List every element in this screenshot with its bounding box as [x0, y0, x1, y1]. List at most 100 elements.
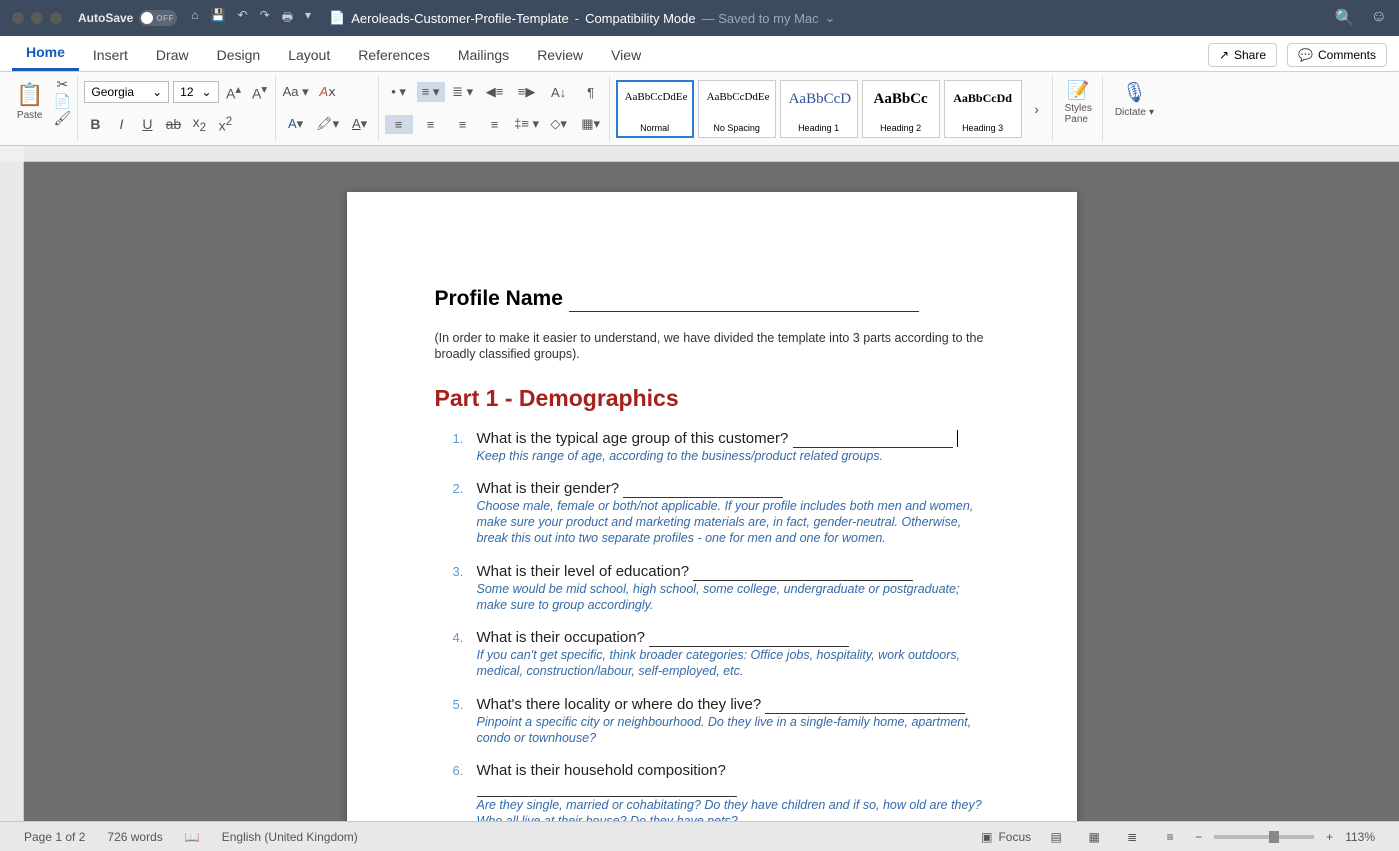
statusbar: Page 1 of 2 726 words 📖 English (United …: [0, 821, 1399, 851]
outline-view-icon[interactable]: ≣: [1119, 827, 1145, 847]
document-area[interactable]: Profile Name (In order to make it easier…: [24, 162, 1399, 822]
autosave-toggle[interactable]: AutoSave OFF: [78, 10, 177, 26]
undo-icon[interactable]: ↶: [238, 8, 248, 29]
multilevel-icon[interactable]: ≣ ▾: [449, 82, 477, 102]
customize-qat-icon[interactable]: ▾: [305, 8, 311, 29]
zoom-out-icon[interactable]: −: [1195, 830, 1202, 844]
tab-insert[interactable]: Insert: [79, 39, 142, 71]
paste-button[interactable]: 📋 Paste: [10, 76, 49, 127]
justify-icon[interactable]: ≡: [481, 115, 509, 134]
chevron-down-icon: ⌄: [202, 85, 212, 99]
change-case-icon[interactable]: Aa ▾: [282, 82, 310, 102]
decrease-indent-icon[interactable]: ◀≡: [481, 82, 509, 102]
copy-icon[interactable]: 📄: [51, 93, 73, 110]
highlight-icon[interactable]: 🖍▾: [314, 114, 342, 134]
comments-button[interactable]: 💬 Comments: [1287, 43, 1387, 67]
profile-label: Profile Name: [435, 287, 563, 310]
bold-icon[interactable]: B: [84, 116, 106, 132]
close-window-btn[interactable]: [12, 12, 24, 24]
style-heading-1[interactable]: AaBbCcD Heading 1: [780, 80, 858, 138]
tab-mailings[interactable]: Mailings: [444, 39, 523, 71]
proofing-icon[interactable]: 📖: [185, 830, 200, 844]
style-heading-3[interactable]: AaBbCcDd Heading 3: [944, 80, 1022, 138]
share-button[interactable]: ↗ Share: [1208, 43, 1277, 67]
question-number: 6.: [453, 763, 464, 778]
tab-layout[interactable]: Layout: [274, 39, 344, 71]
superscript-icon[interactable]: x2: [214, 115, 236, 134]
zoom-slider[interactable]: [1214, 835, 1314, 839]
styles-more-icon[interactable]: ›: [1026, 101, 1048, 117]
borders-icon[interactable]: ▦▾: [577, 114, 605, 134]
style-no-spacing[interactable]: AaBbCcDdEe No Spacing: [698, 80, 776, 138]
search-icon[interactable]: 🔍: [1335, 8, 1355, 28]
statusbar-right: ▣Focus ▤ ▦ ≣ ≡ − + 113%: [981, 827, 1375, 847]
subscript-icon[interactable]: x2: [188, 114, 210, 134]
save-icon[interactable]: 💾: [211, 8, 226, 29]
clear-format-icon[interactable]: A𝗑: [314, 82, 342, 102]
question-item: 6.What is their household composition? A…: [477, 762, 989, 822]
question-text: What is their gender?: [477, 480, 989, 498]
italic-icon[interactable]: I: [110, 116, 132, 132]
style-heading-2[interactable]: AaBbCc Heading 2: [862, 80, 940, 138]
align-left-icon[interactable]: ≡: [385, 115, 413, 134]
document-page[interactable]: Profile Name (In order to make it easier…: [347, 192, 1077, 822]
font-family-select[interactable]: Georgia⌄: [84, 81, 169, 103]
tab-review[interactable]: Review: [523, 39, 597, 71]
underline-icon[interactable]: U: [136, 116, 158, 132]
word-count[interactable]: 726 words: [107, 830, 162, 844]
tab-home[interactable]: Home: [12, 36, 79, 71]
save-status: — Saved to my Mac: [702, 11, 819, 26]
draft-view-icon[interactable]: ≡: [1157, 827, 1183, 847]
redo-icon[interactable]: ↷: [260, 8, 270, 29]
bullets-icon[interactable]: • ▾: [385, 82, 413, 102]
web-layout-view-icon[interactable]: ▦: [1081, 827, 1107, 847]
question-item: 4.What is their occupation? If you can't…: [477, 629, 989, 680]
ribbon: 📋 Paste ✂ 📄 🖌 Georgia⌄ 12⌄ A▴ A▾ B I U a…: [0, 72, 1399, 146]
focus-icon: ▣: [981, 830, 992, 844]
minimize-window-btn[interactable]: [31, 12, 43, 24]
account-icon[interactable]: ☺: [1371, 8, 1387, 28]
line-spacing-icon[interactable]: ‡≡ ▾: [513, 114, 541, 134]
question-hint: Choose male, female or both/not applicab…: [477, 498, 989, 547]
shrink-font-icon[interactable]: A▾: [249, 82, 271, 102]
increase-indent-icon[interactable]: ≡▶: [513, 82, 541, 102]
tab-references[interactable]: References: [344, 39, 444, 71]
cut-icon[interactable]: ✂: [51, 76, 73, 93]
profile-title: Profile Name: [435, 287, 989, 312]
tab-view[interactable]: View: [597, 39, 655, 71]
align-center-icon[interactable]: ≡: [417, 115, 445, 134]
page-indicator[interactable]: Page 1 of 2: [24, 830, 85, 844]
maximize-window-btn[interactable]: [50, 12, 62, 24]
home-icon[interactable]: ⌂: [191, 8, 198, 29]
save-status-chevron-icon[interactable]: ⌄: [825, 10, 836, 26]
font-group: Georgia⌄ 12⌄ A▴ A▾ B I U ab x2 x2: [80, 76, 275, 141]
paragraph-marks-icon[interactable]: ¶: [577, 83, 605, 102]
tab-draw[interactable]: Draw: [142, 39, 203, 71]
font-color-icon[interactable]: A▾: [346, 114, 374, 134]
zoom-in-icon[interactable]: +: [1326, 830, 1333, 844]
answer-blank: [623, 480, 783, 498]
horizontal-ruler[interactable]: [24, 146, 1399, 162]
zoom-level[interactable]: 113%: [1345, 830, 1375, 844]
styles-pane-button[interactable]: 📝 Styles Pane: [1059, 76, 1098, 129]
dictate-button[interactable]: 🎙 Dictate ▾: [1109, 76, 1160, 122]
sort-icon[interactable]: A↓: [545, 83, 573, 102]
print-icon[interactable]: 🖶: [282, 8, 293, 29]
grow-font-icon[interactable]: A▴: [223, 82, 245, 102]
tab-design[interactable]: Design: [203, 39, 275, 71]
style-preview: AaBbCcDdEe: [707, 85, 767, 109]
align-right-icon[interactable]: ≡: [449, 115, 477, 134]
answer-blank: [793, 430, 953, 448]
shading-icon[interactable]: ◇▾: [545, 114, 573, 134]
format-painter-icon[interactable]: 🖌: [51, 110, 73, 127]
style-label: Heading 1: [789, 123, 849, 133]
font-size-select[interactable]: 12⌄: [173, 81, 218, 103]
numbering-icon[interactable]: ≡ ▾: [417, 82, 445, 102]
language-indicator[interactable]: English (United Kingdom): [222, 830, 358, 844]
style-normal[interactable]: AaBbCcDdEe Normal: [616, 80, 694, 138]
text-effects-icon[interactable]: A▾: [282, 114, 310, 134]
strikethrough-icon[interactable]: ab: [162, 116, 184, 132]
vertical-ruler[interactable]: [0, 162, 24, 821]
print-layout-view-icon[interactable]: ▤: [1043, 827, 1069, 847]
focus-mode-btn[interactable]: ▣Focus: [981, 830, 1031, 844]
